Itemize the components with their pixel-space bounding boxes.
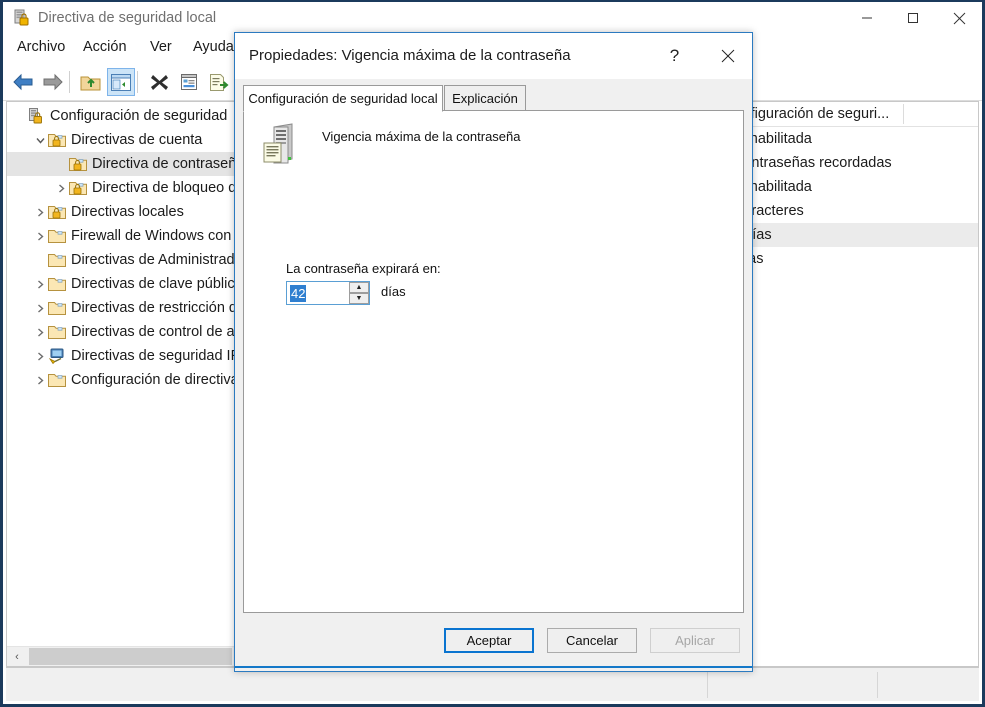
column-divider[interactable] xyxy=(903,104,904,124)
status-divider-2 xyxy=(877,672,878,698)
up-folder-icon[interactable] xyxy=(77,68,105,96)
policy-name-label: Vigencia máxima de la contraseña xyxy=(322,129,521,144)
chevron-right-icon[interactable] xyxy=(32,276,48,292)
list-row[interactable]: 0 caracteres xyxy=(715,199,978,223)
days-input-value[interactable]: 42 xyxy=(290,285,307,302)
chevron-right-icon[interactable] xyxy=(32,228,48,244)
status-divider-1 xyxy=(707,672,708,698)
spinner-up-icon[interactable]: ▲ xyxy=(349,282,369,293)
close-button[interactable] xyxy=(936,2,982,34)
menu-accion[interactable]: Acción xyxy=(83,39,127,59)
dialog-close-button[interactable] xyxy=(705,33,750,79)
unit-label: días xyxy=(381,284,406,299)
cancel-button[interactable]: Cancelar xyxy=(547,628,637,653)
list-row[interactable]: Deshabilitada xyxy=(715,127,978,151)
window-title: Directiva de seguridad local xyxy=(38,10,217,26)
list-row[interactable]: 0 días xyxy=(715,247,978,271)
chevron-right-icon[interactable] xyxy=(32,300,48,316)
show-hide-tree-icon[interactable] xyxy=(107,68,135,96)
dialog-title-bar: Propiedades: Vigencia máxima de la contr… xyxy=(235,33,752,79)
back-arrow-icon[interactable] xyxy=(9,68,37,96)
app-icon xyxy=(13,9,31,27)
spinner-down-icon[interactable]: ▼ xyxy=(349,293,369,304)
chevron-right-icon[interactable] xyxy=(32,348,48,364)
toolbar-separator-2 xyxy=(137,71,138,93)
tab-explicacion[interactable]: Explicación xyxy=(444,85,526,111)
tree-item-label: Directivas de clave pública xyxy=(71,276,243,292)
chevron-down-icon[interactable] xyxy=(32,132,48,148)
dialog-button-bar: Aceptar Cancelar Aplicar xyxy=(444,628,740,653)
dialog-tabstrip: Configuración de seguridad local Explica… xyxy=(243,85,744,112)
menu-ayuda[interactable]: Ayuda xyxy=(193,39,234,59)
properties-dialog: Propiedades: Vigencia máxima de la contr… xyxy=(234,32,753,672)
apply-button: Aplicar xyxy=(650,628,740,653)
tree-item-label: Configuración de seguridad xyxy=(50,108,228,124)
title-bar: Directiva de seguridad local xyxy=(3,2,982,34)
field-label: La contraseña expirará en: xyxy=(286,261,441,276)
dialog-tab-body: Vigencia máxima de la contraseña La cont… xyxy=(243,110,744,613)
list-row[interactable]: Deshabilitada xyxy=(715,175,978,199)
chevron-right-icon[interactable] xyxy=(32,324,48,340)
scroll-left-arrow-icon[interactable]: ‹ xyxy=(7,647,27,666)
tree-item-label: Directivas de cuenta xyxy=(71,132,203,148)
tab-configuracion-de-seguridad-local[interactable]: Configuración de seguridad local xyxy=(243,85,443,112)
forward-arrow-icon[interactable] xyxy=(39,68,67,96)
days-spinner[interactable]: 42 ▲ ▼ xyxy=(286,281,370,305)
menu-ver[interactable]: Ver xyxy=(150,39,172,59)
toolbar-separator xyxy=(69,71,70,93)
list-row[interactable]: 0 contraseñas recordadas xyxy=(715,151,978,175)
chevron-right-icon[interactable] xyxy=(32,372,48,388)
help-button[interactable]: ? xyxy=(652,33,697,79)
dialog-title: Propiedades: Vigencia máxima de la contr… xyxy=(249,47,571,64)
delete-icon[interactable] xyxy=(145,68,173,96)
scrollbar-thumb[interactable] xyxy=(29,648,232,665)
list-row[interactable]: 42 días xyxy=(715,223,978,247)
menu-archivo[interactable]: Archivo xyxy=(17,39,65,59)
window-controls xyxy=(844,2,982,34)
export-list-icon[interactable] xyxy=(205,68,233,96)
dialog-accent-line xyxy=(235,666,752,668)
tree-item-label: Directivas locales xyxy=(71,204,184,220)
spinner-buttons: ▲ ▼ xyxy=(349,282,369,304)
tree-item-label: Directiva de contraseña xyxy=(92,156,245,172)
list-pane: Configuración de seguri... Deshabilitada… xyxy=(714,101,979,667)
chevron-right-icon[interactable] xyxy=(32,204,48,220)
chevron-right-icon[interactable] xyxy=(53,180,69,196)
server-document-icon xyxy=(262,123,304,167)
accept-button[interactable]: Aceptar xyxy=(444,628,534,653)
status-bar xyxy=(6,667,979,701)
list-column-header: Configuración de seguri... xyxy=(715,102,978,127)
properties-icon[interactable] xyxy=(175,68,203,96)
maximize-button[interactable] xyxy=(890,2,936,34)
minimize-button[interactable] xyxy=(844,2,890,34)
list-rows: Deshabilitada 0 contraseñas recordadas Des… xyxy=(715,127,978,271)
